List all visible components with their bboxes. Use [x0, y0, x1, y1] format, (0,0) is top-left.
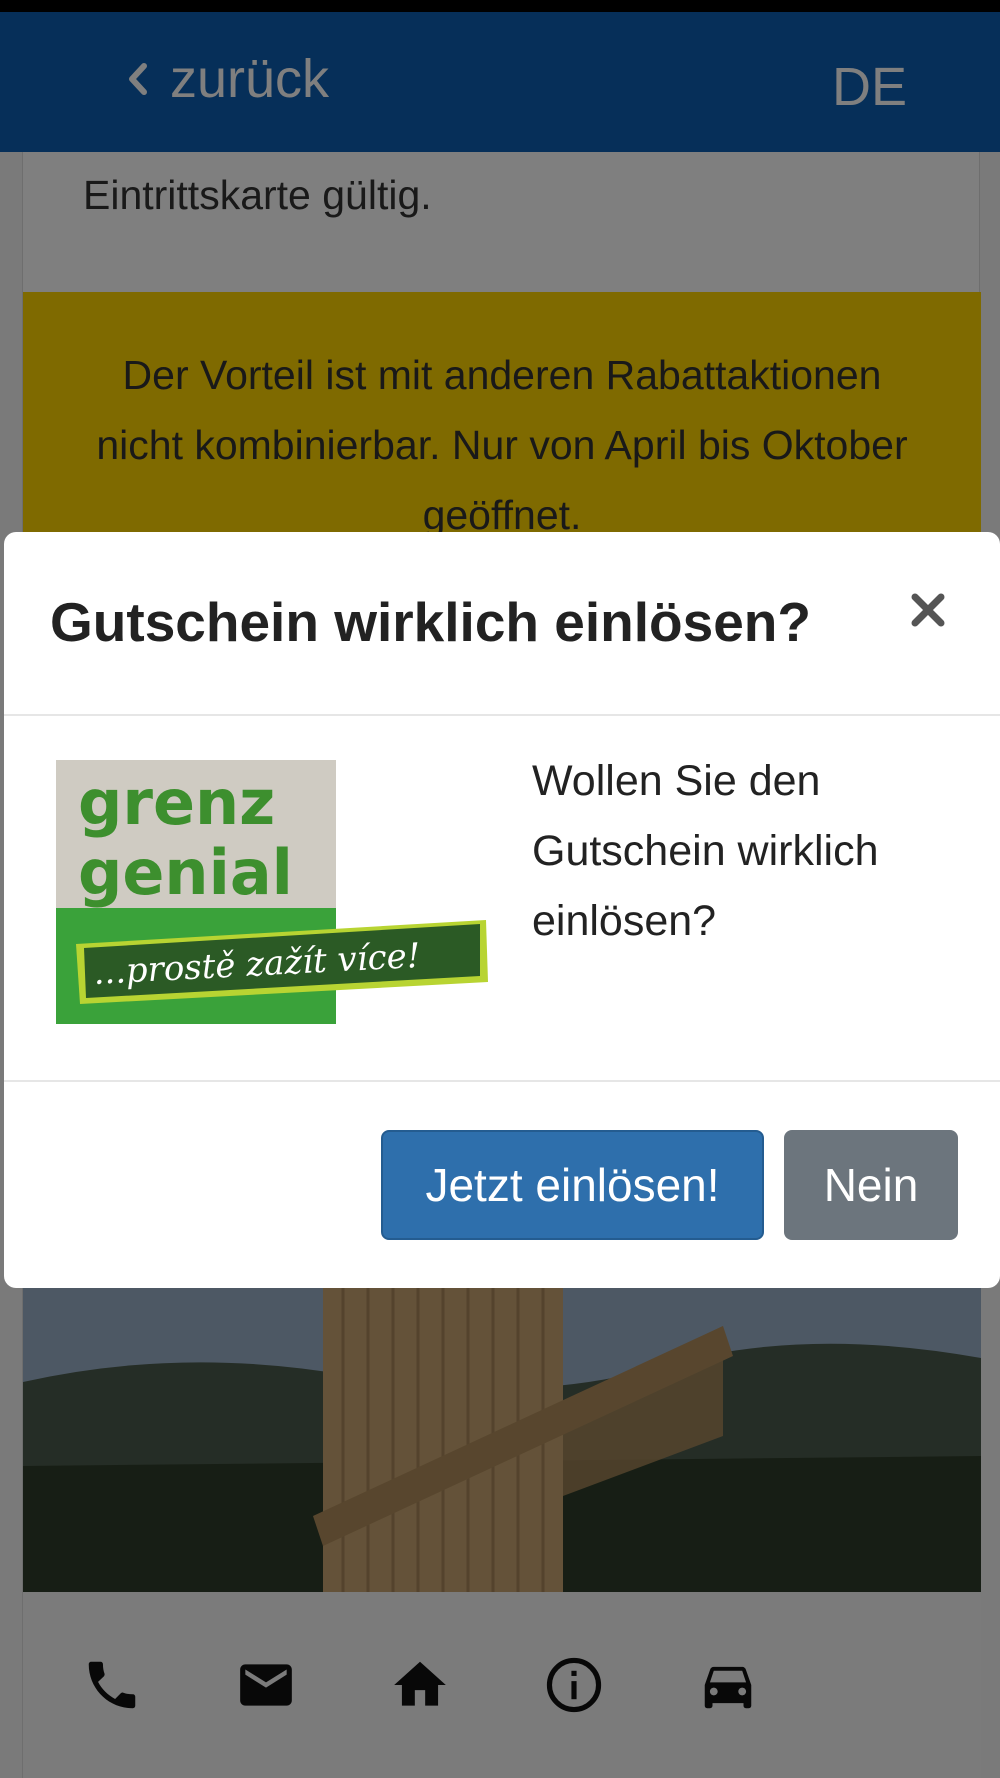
- dialog-header: Gutschein wirklich einlösen?: [4, 532, 1000, 716]
- redeem-now-button[interactable]: Jetzt einlösen!: [381, 1130, 764, 1240]
- dialog-title: Gutschein wirklich einlösen?: [50, 591, 812, 653]
- grenzgenial-logo: grenz genial ...prostě zažít více!: [56, 760, 488, 1024]
- status-bar: [0, 0, 1000, 12]
- dialog-message: Wollen Sie den Gutschein wirklich einlös…: [532, 757, 879, 945]
- svg-text:grenz: grenz: [78, 766, 275, 839]
- redeem-voucher-dialog: Gutschein wirklich einlösen? grenz genia…: [4, 532, 1000, 1288]
- cancel-button[interactable]: Nein: [784, 1130, 958, 1240]
- dialog-body: grenz genial ...prostě zažít více! Wolle…: [4, 716, 1000, 1082]
- svg-text:genial: genial: [78, 836, 293, 909]
- close-icon[interactable]: [902, 584, 954, 636]
